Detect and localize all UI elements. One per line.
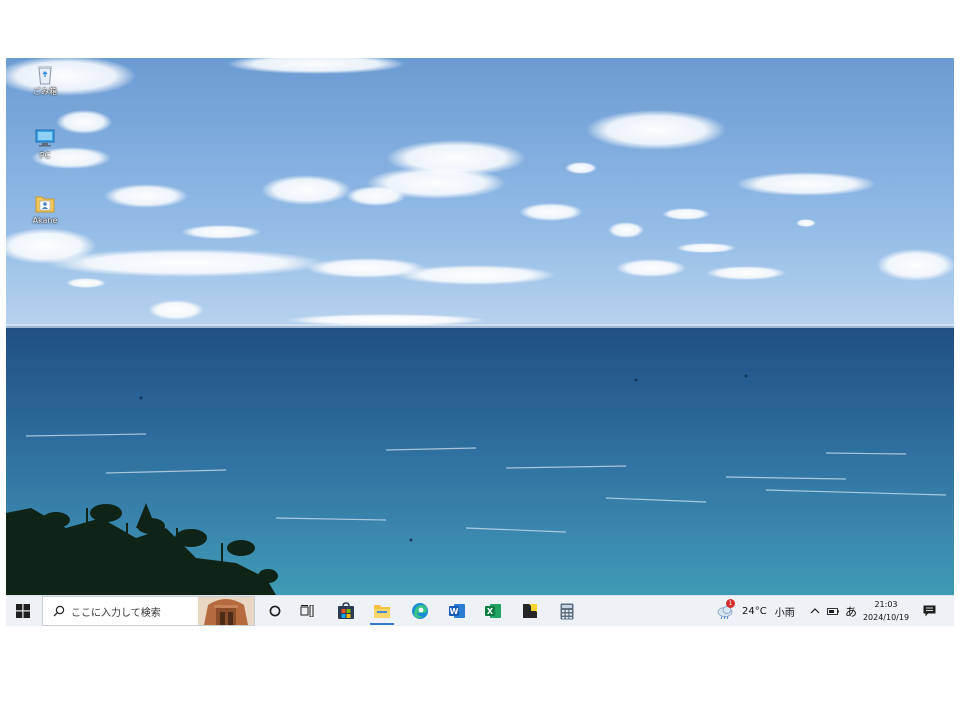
svg-text:X: X (487, 607, 494, 616)
edge-icon (412, 603, 428, 619)
taskbar-app-word[interactable]: W (439, 596, 475, 626)
chevron-up-icon (810, 608, 820, 614)
taskbar-app-edge[interactable] (402, 596, 438, 626)
task-view-icon (300, 605, 314, 617)
battery-icon (827, 607, 839, 615)
folder-icon (374, 605, 390, 618)
taskbar-app-file-explorer[interactable] (364, 596, 400, 626)
weather-temperature: 24°C (742, 605, 767, 617)
battery-status[interactable] (824, 596, 842, 626)
clock-date: 2024/10/19 (862, 613, 910, 622)
sticky-notes-icon (523, 604, 537, 618)
desktop-icon-label: PC (39, 151, 51, 160)
store-icon (338, 602, 354, 619)
clock[interactable]: 21:03 2024/10/19 (856, 598, 916, 624)
desktop-wallpaper (6, 58, 954, 595)
desktop-icon-pc[interactable]: PC (15, 126, 75, 161)
search-highlight-image (198, 597, 254, 625)
task-view-button[interactable] (292, 596, 322, 626)
desktop-screen: ごみ箱 PC Akane ここに入力して検索 W X 1 24°C 小雨 あ 2… (6, 58, 954, 626)
cortana-button[interactable] (260, 596, 290, 626)
computer-icon (35, 129, 55, 147)
taskbar-app-store[interactable] (328, 596, 364, 626)
desktop-icon-label: Akane (32, 216, 58, 225)
windows-logo-icon (16, 604, 30, 618)
svg-text:W: W (450, 607, 459, 616)
desktop-icon-akane[interactable]: Akane (15, 191, 75, 226)
weather-alert-badge: 1 (726, 599, 735, 608)
desktop-icon-label: ごみ箱 (33, 87, 57, 96)
taskbar: ここに入力して検索 W X 1 24°C 小雨 あ 21:03 2024/10/… (6, 595, 954, 626)
weather-condition: 小雨 (774, 607, 795, 619)
notification-icon (923, 605, 935, 617)
taskbar-app-sticky-notes[interactable] (512, 596, 548, 626)
cortana-circle-icon (269, 605, 281, 617)
word-icon: W (449, 604, 465, 618)
weather-widget[interactable]: 1 24°C 小雨 (716, 596, 796, 626)
recycle-bin-icon (38, 66, 52, 85)
search-icon (47, 605, 71, 617)
clock-time: 21:03 (874, 600, 898, 609)
user-folder-icon (35, 196, 55, 213)
taskbar-app-excel[interactable]: X (475, 596, 511, 626)
calculator-icon (560, 603, 574, 619)
cloud-rain-icon: 1 (716, 599, 736, 620)
notification-center-button[interactable] (918, 596, 940, 626)
search-placeholder: ここに入力して検索 (71, 607, 161, 619)
excel-icon: X (485, 604, 501, 618)
taskbar-app-calculator[interactable] (549, 596, 585, 626)
start-button[interactable] (6, 596, 40, 626)
show-hidden-icons-button[interactable] (806, 596, 824, 626)
search-box[interactable]: ここに入力して検索 (42, 596, 255, 626)
desktop-icon-recycle-bin[interactable]: ごみ箱 (15, 62, 75, 97)
